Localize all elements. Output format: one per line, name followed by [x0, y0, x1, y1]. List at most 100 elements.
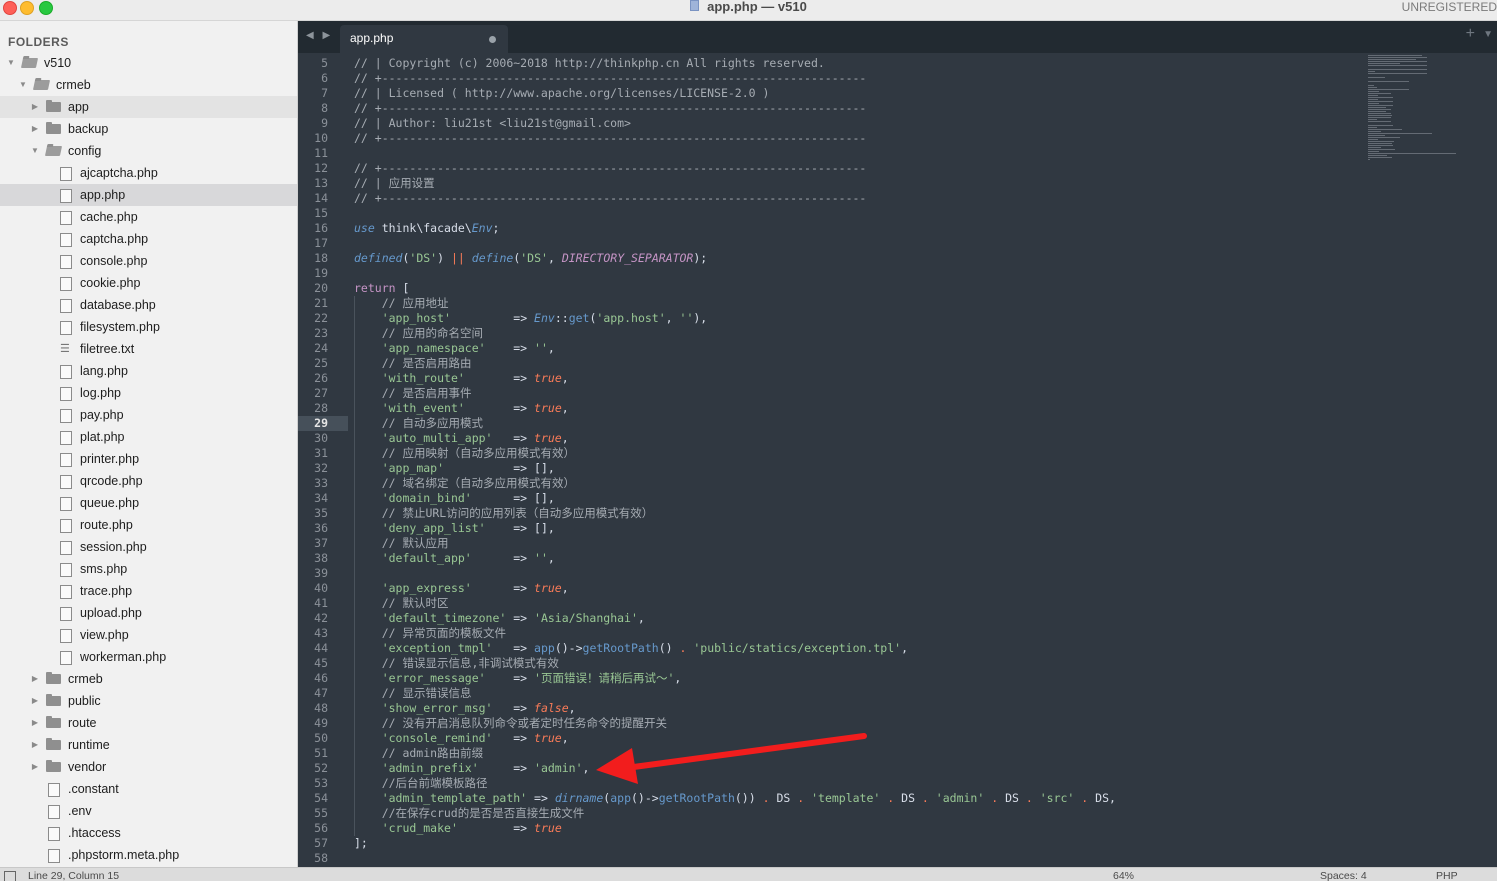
code-line[interactable]: 44 'exception_tmpl' => app()->getRootPat…: [298, 641, 1358, 656]
code-line[interactable]: 47 // 显示错误信息: [298, 686, 1358, 701]
code-line[interactable]: 55 //在保存crud的是否是否直接生成文件: [298, 806, 1358, 821]
code-line[interactable]: 37 // 默认应用: [298, 536, 1358, 551]
code-line[interactable]: 27 // 是否启用事件: [298, 386, 1358, 401]
code-line[interactable]: 53 //后台前端模板路径: [298, 776, 1358, 791]
code-line[interactable]: 39: [298, 566, 1358, 581]
code-line[interactable]: 16 use think\facade\Env;: [298, 221, 1358, 236]
code-line[interactable]: 20 return [: [298, 281, 1358, 296]
sidebar-item-route[interactable]: ▶ route: [0, 712, 297, 734]
sidebar-item-crmeb[interactable]: ▶ crmeb: [0, 668, 297, 690]
sidebar-item-console-php[interactable]: console.php: [0, 250, 297, 272]
sidebar-item-lang-php[interactable]: lang.php: [0, 360, 297, 382]
code-editor[interactable]: 5 // | Copyright (c) 2006~2018 http://thi…: [298, 53, 1497, 867]
sidebar-item-queue-php[interactable]: queue.php: [0, 492, 297, 514]
code-line[interactable]: 6 // +-----------------------------------…: [298, 71, 1358, 86]
sidebar-item-dot-htaccess[interactable]: .htaccess: [0, 822, 297, 844]
code-line[interactable]: 5 // | Copyright (c) 2006~2018 http://thi…: [298, 56, 1358, 71]
disclosure-open-icon[interactable]: ▼: [6, 52, 16, 74]
code-line[interactable]: 38 'default_app' => '',: [298, 551, 1358, 566]
code-line[interactable]: 12 // +----------------------------------…: [298, 161, 1358, 176]
sidebar-item-workerman-php[interactable]: workerman.php: [0, 646, 297, 668]
code-line[interactable]: 57];: [298, 836, 1358, 851]
code-line[interactable]: 18 defined('DS') || define('DS', DIRECTOR…: [298, 251, 1358, 266]
code-line[interactable]: 17: [298, 236, 1358, 251]
code-line[interactable]: 11: [298, 146, 1358, 161]
code-line[interactable]: 46 'error_message' => '页面错误！请稍后再试～',: [298, 671, 1358, 686]
code-line[interactable]: 13 // | 应用设置: [298, 176, 1358, 191]
sidebar-item-plat-php[interactable]: plat.php: [0, 426, 297, 448]
sidebar-item-runtime[interactable]: ▶ runtime: [0, 734, 297, 756]
disclosure-closed-icon[interactable]: ▶: [30, 690, 40, 712]
sidebar-item-database-php[interactable]: database.php: [0, 294, 297, 316]
sidebar-item-upload-php[interactable]: upload.php: [0, 602, 297, 624]
code-line[interactable]: 56 'crud_make' => true: [298, 821, 1358, 836]
sidebar-item-sms-php[interactable]: sms.php: [0, 558, 297, 580]
code-line[interactable]: 36 'deny_app_list' => [],: [298, 521, 1358, 536]
code-line[interactable]: 35 // 禁止URL访问的应用列表（自动多应用模式有效）: [298, 506, 1358, 521]
sidebar-item-vendor[interactable]: ▶ vendor: [0, 756, 297, 778]
code-line[interactable]: 10 // +----------------------------------…: [298, 131, 1358, 146]
code-line[interactable]: 52 'admin_prefix' => 'admin',: [298, 761, 1358, 776]
sidebar-item-cache-php[interactable]: cache.php: [0, 206, 297, 228]
unsaved-dot-icon[interactable]: [489, 36, 496, 43]
sidebar-item-filesystem-php[interactable]: filesystem.php: [0, 316, 297, 338]
code-line[interactable]: 42 'default_timezone' => 'Asia/Shanghai'…: [298, 611, 1358, 626]
sidebar-item-printer-php[interactable]: printer.php: [0, 448, 297, 470]
sidebar-item-v510[interactable]: ▼ v510: [0, 52, 297, 74]
sidebar-item-config[interactable]: ▼ config: [0, 140, 297, 162]
sidebar-item-dot-phpstorm-meta-php[interactable]: .phpstorm.meta.php: [0, 844, 297, 866]
sidebar-item-route-php[interactable]: route.php: [0, 514, 297, 536]
syntax-selector[interactable]: PHP: [1436, 870, 1458, 881]
code-line[interactable]: 51 // admin路由前缀: [298, 746, 1358, 761]
code-line[interactable]: 30 'auto_multi_app' => true,: [298, 431, 1358, 446]
sidebar-item-public[interactable]: ▶ public: [0, 690, 297, 712]
code-line[interactable]: 26 'with_route' => true,: [298, 371, 1358, 386]
sidebar-item-crmeb[interactable]: ▼ crmeb: [0, 74, 297, 96]
disclosure-open-icon[interactable]: ▼: [30, 140, 40, 162]
code-line[interactable]: 45 // 错误显示信息,非调试模式有效: [298, 656, 1358, 671]
disclosure-open-icon[interactable]: ▼: [18, 74, 28, 96]
sidebar-item-trace-php[interactable]: trace.php: [0, 580, 297, 602]
tab-app-php[interactable]: app.php: [340, 25, 508, 53]
disclosure-closed-icon[interactable]: ▶: [30, 756, 40, 778]
code-line[interactable]: 29 // 自动多应用模式: [298, 416, 1358, 431]
code-line[interactable]: 48 'show_error_msg' => false,: [298, 701, 1358, 716]
sidebar-item-filetree-txt[interactable]: filetree.txt: [0, 338, 297, 360]
disclosure-closed-icon[interactable]: ▶: [30, 734, 40, 756]
code-line[interactable]: 23 // 应用的命名空间: [298, 326, 1358, 341]
disclosure-closed-icon[interactable]: ▶: [30, 96, 40, 118]
code-line[interactable]: 58: [298, 851, 1358, 866]
code-line[interactable]: 9 // | Author: liu21st <liu21st@gmail.com…: [298, 116, 1358, 131]
code-line[interactable]: 19: [298, 266, 1358, 281]
code-line[interactable]: 7 // | Licensed ( http://www.apache.org/l…: [298, 86, 1358, 101]
code-line[interactable]: 49 // 没有开启消息队列命令或者定时任务命令的提醒开关: [298, 716, 1358, 731]
code-line[interactable]: 8 // +-----------------------------------…: [298, 101, 1358, 116]
code-line[interactable]: 21 // 应用地址: [298, 296, 1358, 311]
sidebar-item-session-php[interactable]: session.php: [0, 536, 297, 558]
sidebar-item-dot-env[interactable]: .env: [0, 800, 297, 822]
tab-menu-button[interactable]: ▼: [1483, 29, 1493, 40]
sidebar-item-app[interactable]: ▶ app: [0, 96, 297, 118]
code-line[interactable]: 22 'app_host' => Env::get('app.host', ''…: [298, 311, 1358, 326]
code-line[interactable]: 34 'domain_bind' => [],: [298, 491, 1358, 506]
code-line[interactable]: 54 'admin_template_path' => dirname(app(…: [298, 791, 1358, 806]
sidebar-item-log-php[interactable]: log.php: [0, 382, 297, 404]
disclosure-closed-icon[interactable]: ▶: [30, 712, 40, 734]
code-line[interactable]: 15: [298, 206, 1358, 221]
disclosure-closed-icon[interactable]: ▶: [30, 668, 40, 690]
code-line[interactable]: 33 // 域名绑定（自动多应用模式有效）: [298, 476, 1358, 491]
sidebar-item-pay-php[interactable]: pay.php: [0, 404, 297, 426]
code-line[interactable]: 28 'with_event' => true,: [298, 401, 1358, 416]
code-line[interactable]: 25 // 是否启用路由: [298, 356, 1358, 371]
code-line[interactable]: 50 'console_remind' => true,: [298, 731, 1358, 746]
sidebar-item-captcha-php[interactable]: captcha.php: [0, 228, 297, 250]
sidebar-item-backup[interactable]: ▶ backup: [0, 118, 297, 140]
code-line[interactable]: 32 'app_map' => [],: [298, 461, 1358, 476]
indentation-setting[interactable]: Spaces: 4: [1320, 870, 1367, 881]
disclosure-closed-icon[interactable]: ▶: [30, 118, 40, 140]
sidebar-item-view-php[interactable]: view.php: [0, 624, 297, 646]
sidebar-item-qrcode-php[interactable]: qrcode.php: [0, 470, 297, 492]
tab-nav-arrows[interactable]: ◀ ▶: [306, 30, 333, 41]
code-line[interactable]: 40 'app_express' => true,: [298, 581, 1358, 596]
sidebar-item-cookie-php[interactable]: cookie.php: [0, 272, 297, 294]
